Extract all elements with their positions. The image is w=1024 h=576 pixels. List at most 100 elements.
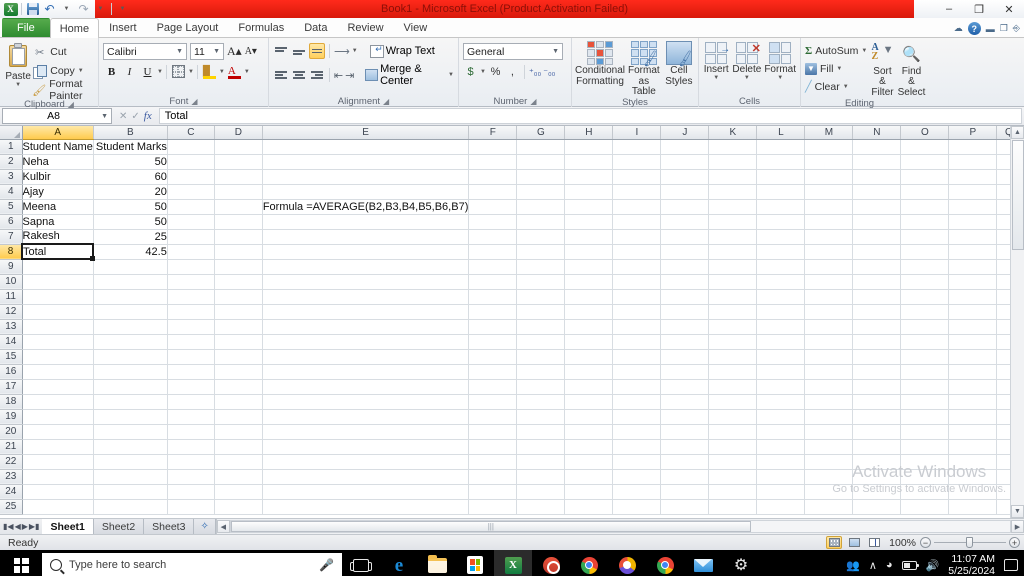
cell-K25[interactable] — [708, 499, 758, 515]
task-view-button[interactable] — [342, 550, 380, 576]
cell-L5[interactable] — [756, 199, 806, 215]
cell-M18[interactable] — [804, 394, 854, 410]
align-left-button[interactable] — [273, 67, 289, 83]
cell-H18[interactable] — [564, 394, 614, 410]
cell-N19[interactable] — [852, 409, 902, 425]
cell-P19[interactable] — [948, 409, 998, 425]
cell-O9[interactable] — [900, 259, 950, 275]
cell-D1[interactable] — [214, 139, 263, 155]
cell-L15[interactable] — [756, 349, 806, 365]
cell-F11[interactable] — [468, 289, 518, 305]
chevron-down-icon[interactable]: ▼ — [836, 66, 842, 72]
cell-P24[interactable] — [948, 484, 998, 500]
cell-K16[interactable] — [708, 364, 758, 380]
cell-D14[interactable] — [214, 334, 263, 350]
cell-B18[interactable] — [93, 394, 168, 410]
cell-J14[interactable] — [660, 334, 710, 350]
row-header-9[interactable]: 9 — [0, 259, 23, 275]
column-header-J[interactable]: J — [660, 126, 710, 140]
orientation-dropdown-icon[interactable]: ▼ — [352, 48, 358, 54]
chevron-down-icon[interactable]: ▼ — [744, 75, 750, 81]
cell-B11[interactable] — [93, 289, 168, 305]
row-header-16[interactable]: 16 — [0, 364, 23, 380]
people-icon[interactable]: 👥 — [846, 559, 860, 572]
cell-D13[interactable] — [214, 319, 263, 335]
cell-P6[interactable] — [948, 214, 998, 230]
cell-J24[interactable] — [660, 484, 710, 500]
cell-P16[interactable] — [948, 364, 998, 380]
minimize-button[interactable]: – — [934, 0, 964, 18]
bottom-align-button[interactable] — [309, 43, 325, 59]
cell-C4[interactable] — [167, 184, 215, 200]
cell-I10[interactable] — [612, 274, 662, 290]
row-header-12[interactable]: 12 — [0, 304, 23, 320]
column-header-P[interactable]: P — [948, 126, 998, 140]
insert-cells-button[interactable]: → Insert ▼ — [703, 42, 730, 81]
cell-B2[interactable]: 50 — [93, 154, 168, 170]
column-header-N[interactable]: N — [852, 126, 902, 140]
scroll-down-icon[interactable]: ▼ — [1011, 505, 1024, 518]
row-header-22[interactable]: 22 — [0, 454, 23, 470]
cell-O11[interactable] — [900, 289, 950, 305]
cell-O21[interactable] — [900, 439, 950, 455]
top-align-button[interactable] — [273, 43, 289, 59]
cell-H10[interactable] — [564, 274, 614, 290]
row-header-14[interactable]: 14 — [0, 334, 23, 350]
cell-G17[interactable] — [516, 379, 566, 395]
formula-input[interactable]: Total — [158, 108, 1022, 124]
cell-H16[interactable] — [564, 364, 614, 380]
cell-E6[interactable] — [262, 214, 470, 230]
cell-N13[interactable] — [852, 319, 902, 335]
cell-A19[interactable] — [22, 409, 94, 425]
cell-N4[interactable] — [852, 184, 902, 200]
cell-K23[interactable] — [708, 469, 758, 485]
row-header-15[interactable]: 15 — [0, 349, 23, 365]
dialog-launcher-icon[interactable]: ◢ — [383, 97, 389, 106]
cell-L9[interactable] — [756, 259, 806, 275]
delete-cells-button[interactable]: ✕ Delete ▼ — [732, 42, 761, 81]
cell-A7[interactable]: Rakesh — [22, 229, 94, 245]
cell-H9[interactable] — [564, 259, 614, 275]
cell-N21[interactable] — [852, 439, 902, 455]
first-sheet-icon[interactable]: ▮◀ — [3, 522, 14, 531]
last-sheet-icon[interactable]: ▶▮ — [29, 522, 40, 531]
cell-J9[interactable] — [660, 259, 710, 275]
cell-F4[interactable] — [468, 184, 518, 200]
cell-M7[interactable] — [804, 229, 854, 245]
cell-J12[interactable] — [660, 304, 710, 320]
cell-C18[interactable] — [167, 394, 215, 410]
cell-B23[interactable] — [93, 469, 168, 485]
cell-D11[interactable] — [214, 289, 263, 305]
cell-B13[interactable] — [93, 319, 168, 335]
row-header-5[interactable]: 5 — [0, 199, 23, 215]
cell-J8[interactable] — [660, 244, 710, 260]
cell-H17[interactable] — [564, 379, 614, 395]
cell-F8[interactable] — [468, 244, 518, 260]
cell-C25[interactable] — [167, 499, 215, 515]
cell-N2[interactable] — [852, 154, 902, 170]
chevron-down-icon[interactable]: ▼ — [861, 48, 867, 54]
microphone-icon[interactable]: 🎤 — [319, 558, 334, 572]
redo-dropdown-icon[interactable]: ▼ — [93, 2, 108, 17]
cell-F24[interactable] — [468, 484, 518, 500]
cell-N15[interactable] — [852, 349, 902, 365]
cell-F10[interactable] — [468, 274, 518, 290]
paste-button[interactable]: Paste ▼ — [4, 43, 32, 88]
find-select-button[interactable]: 🔍 Find & Select — [898, 42, 926, 98]
cell-J11[interactable] — [660, 289, 710, 305]
cell-L12[interactable] — [756, 304, 806, 320]
cancel-icon[interactable]: ✕ — [119, 111, 127, 122]
undo-dropdown-icon[interactable]: ▼ — [59, 2, 74, 17]
cell-D8[interactable] — [214, 244, 263, 260]
cell-K15[interactable] — [708, 349, 758, 365]
cell-C24[interactable] — [167, 484, 215, 500]
cell-O4[interactable] — [900, 184, 950, 200]
cell-P7[interactable] — [948, 229, 998, 245]
cell-N20[interactable] — [852, 424, 902, 440]
cell-E11[interactable] — [262, 289, 470, 305]
chevron-down-icon[interactable]: ▼ — [101, 113, 108, 120]
row-header-18[interactable]: 18 — [0, 394, 23, 410]
row-header-25[interactable]: 25 — [0, 499, 23, 515]
sheet-tab-sheet1[interactable]: Sheet1 — [42, 519, 94, 534]
chevron-down-icon[interactable]: ▼ — [713, 75, 719, 81]
